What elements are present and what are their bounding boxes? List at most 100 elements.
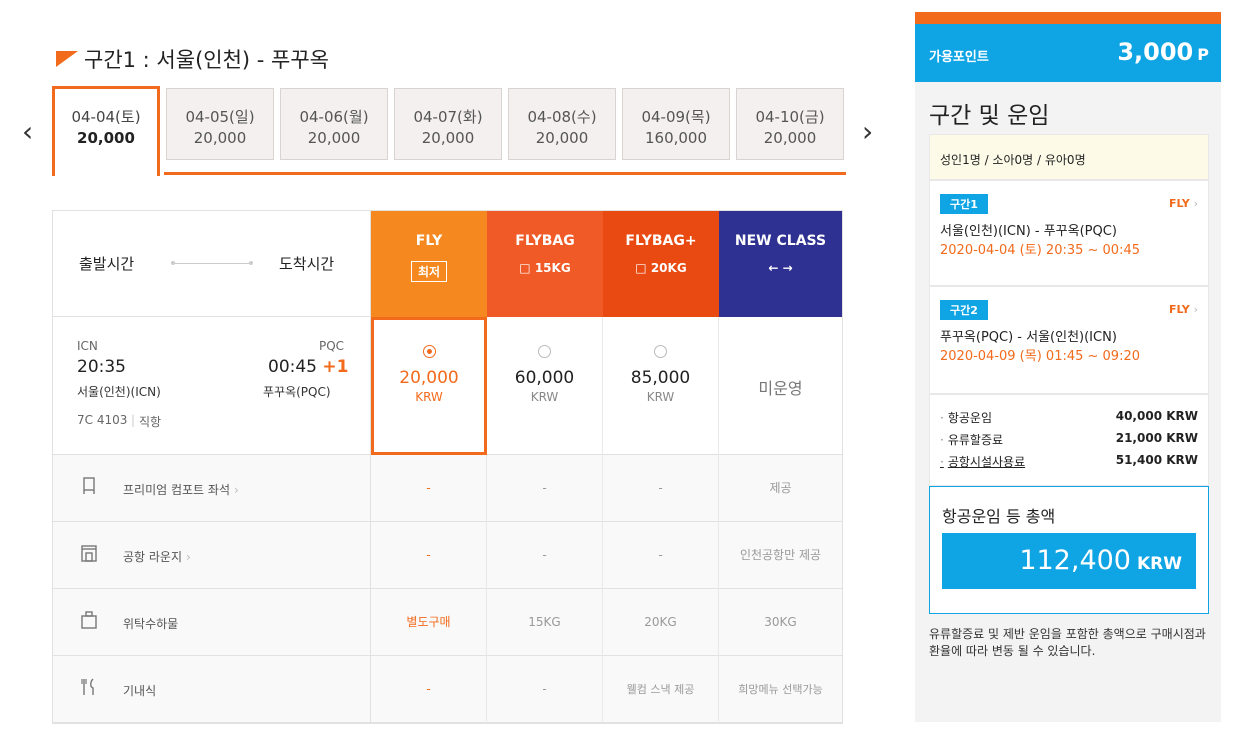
fare-header-new-class: NEW CLASS ← →	[719, 211, 842, 317]
recliner-seat-icon: ← →	[768, 261, 793, 275]
fare-name: FLY	[415, 233, 443, 249]
lowest-badge: 최저	[410, 261, 448, 282]
prev-date-button[interactable]: ‹	[22, 118, 33, 146]
service-label-link[interactable]: 공항 라운지 ›	[123, 548, 191, 565]
service-value: -	[487, 455, 603, 522]
tab-price: 20,000	[77, 129, 135, 147]
fare-header-flybag: FLYBAG □ 15KG	[487, 211, 603, 317]
segment-datetime: 2020-04-04 (토) 20:35 ~ 00:45	[940, 243, 1141, 258]
segment-route: 푸꾸옥(PQC) - 서울(인천)(ICN)	[940, 330, 1117, 345]
date-tab-0406[interactable]: 04-06(월) 20,000	[280, 88, 388, 160]
date-tab-0404[interactable]: 04-04(토) 20,000	[52, 86, 160, 176]
fare-option-flybag[interactable]: 60,000 KRW	[487, 317, 603, 455]
service-row-seat: 프리미엄 컴포트 좌석 › - - - 제공	[53, 455, 842, 522]
flight-info: ICN PQC 20:35 00:45 +1 서울(인천)(ICN) 푸꾸옥(P…	[53, 317, 371, 455]
date-tab-0409[interactable]: 04-09(목) 160,000	[622, 88, 730, 160]
tab-price: 20,000	[307, 129, 361, 147]
service-row-meal: 기내식 - - 웰컴 스낵 제공 희망메뉴 선택가능	[53, 656, 842, 723]
tab-date: 04-06(월)	[299, 108, 369, 126]
segment-datetime: 2020-04-09 (목) 01:45 ~ 09:20	[940, 349, 1141, 364]
fare-radio[interactable]	[422, 345, 436, 358]
next-day: +1	[322, 357, 349, 377]
service-value: 20KG	[603, 589, 719, 656]
next-date-button[interactable]: ›	[862, 118, 873, 146]
cost-row: 항공운임 40,000 KRW	[940, 409, 1198, 426]
to-name: 푸꾸옥(PQC)	[263, 385, 331, 399]
cost-value: 21,000 KRW	[1115, 431, 1198, 445]
tab-date: 04-07(화)	[413, 108, 483, 126]
section-title: 구간1 : 서울(인천) - 푸꾸옥	[84, 48, 329, 72]
total-fare: 항공운임 등 총액 112,400 KRW	[929, 486, 1209, 614]
service-value: -	[603, 455, 719, 522]
date-tab-0410[interactable]: 04-10(금) 20,000	[736, 88, 844, 160]
segment-1[interactable]: 구간1 FLY › 서울(인천)(ICN) - 푸꾸옥(PQC) 2020-04…	[929, 180, 1209, 286]
service-label: 프리미엄 컴포트 좌석	[123, 483, 230, 497]
tab-date: 04-04(토)	[71, 108, 141, 126]
fare-amount: 20,000	[399, 368, 459, 388]
flag-icon	[56, 51, 78, 67]
points-unit: P	[1197, 45, 1209, 64]
cost-row: 유류할증료 21,000 KRW	[940, 431, 1198, 448]
fare-option-flybag-plus[interactable]: 85,000 KRW	[603, 317, 719, 455]
fare-currency: KRW	[415, 390, 443, 404]
tab-date: 04-09(목)	[641, 108, 711, 126]
service-value: 웰컴 스낵 제공	[603, 656, 719, 723]
fare-summary-sidebar: 가용포인트 3,000 P 구간 및 운임 성인1명 / 소아0명 / 유아0명 …	[915, 12, 1221, 722]
points-value-wrap: 3,000 P	[1117, 38, 1209, 66]
fare-name: FLYBAG	[515, 233, 575, 249]
segment-fare: FLY	[1168, 197, 1190, 210]
fare-name: FLYBAG+	[625, 233, 697, 249]
airport-fee-link[interactable]: 공항시설사용료	[940, 453, 1025, 470]
service-value: -	[487, 522, 603, 589]
sidebar-top-bar	[915, 12, 1221, 24]
date-tab-0405[interactable]: 04-05(일) 20,000	[166, 88, 274, 160]
cost-value: 40,000 KRW	[1115, 409, 1198, 423]
cost-value: 51,400 KRW	[1115, 453, 1198, 467]
chevron-right-icon: ›	[234, 483, 239, 497]
fare-radio[interactable]	[538, 345, 551, 358]
from-code: ICN	[77, 339, 98, 353]
service-label-cell: 프리미엄 컴포트 좌석 ›	[53, 455, 371, 522]
fare-option-new-class: 미운영	[719, 317, 842, 455]
date-tab-0407[interactable]: 04-07(화) 20,000	[394, 88, 502, 160]
total-label: 항공운임 등 총액	[942, 507, 1056, 526]
bag-weight: 20KG	[650, 261, 687, 275]
bag-icon: □	[635, 261, 647, 275]
service-value: 30KG	[764, 615, 797, 629]
service-label: 기내식	[123, 684, 157, 698]
service-label: 공항 라운지	[123, 550, 183, 564]
segment-tag: 구간1	[940, 194, 988, 214]
fare-option-fly[interactable]: 20,000 KRW	[371, 317, 487, 455]
line-dot	[249, 261, 253, 265]
segment-2[interactable]: 구간2 FLY › 푸꾸옥(PQC) - 서울(인천)(ICN) 2020-04…	[929, 286, 1209, 394]
date-tab-0408[interactable]: 04-08(수) 20,000	[508, 88, 616, 160]
arr-time: 00:45	[268, 357, 317, 377]
service-value: -	[371, 656, 487, 723]
meal-icon	[81, 678, 94, 695]
bag-icon: □	[519, 261, 531, 275]
fare-amount: 85,000	[630, 368, 691, 388]
flight-type: 직항	[139, 415, 162, 429]
points-label: 가용포인트	[929, 50, 989, 65]
fare-name: NEW CLASS	[734, 233, 827, 249]
tab-underline	[164, 172, 846, 175]
segment-route: 서울(인천)(ICN) - 푸꾸옥(PQC)	[940, 224, 1117, 239]
chevron-right-icon: ›	[1193, 303, 1198, 316]
service-value: 별도구매	[371, 589, 487, 656]
segment-fare: FLY	[1168, 303, 1190, 316]
cost-label: 항공운임	[940, 409, 992, 426]
fare-radio[interactable]	[654, 345, 667, 358]
service-value: -	[487, 656, 603, 723]
service-label-link[interactable]: 프리미엄 컴포트 좌석 ›	[123, 481, 239, 498]
segment-fare-wrap: FLY ›	[1169, 303, 1198, 316]
fare-table: 출발시간 도착시간 FLY 최저 FLYBAG □ 15KG FLYBAG+ □…	[52, 210, 843, 724]
total-amount-box: 112,400 KRW	[942, 533, 1196, 589]
lounge-icon	[81, 545, 97, 562]
service-row-lounge: 공항 라운지 › - - - 인천공항만 제공	[53, 522, 842, 589]
passenger-count: 성인1명 / 소아0명 / 유아0명	[929, 134, 1209, 180]
segment-fare-wrap: FLY ›	[1169, 197, 1198, 210]
sidebar-title: 구간 및 운임	[929, 103, 1050, 129]
fare-note: 유류할증료 및 제반 운임을 포함한 총액으로 구매시점과 환율에 따라 변동 …	[929, 627, 1206, 658]
cost-row: 공항시설사용료 51,400 KRW	[940, 453, 1198, 470]
service-value: -	[371, 455, 487, 522]
